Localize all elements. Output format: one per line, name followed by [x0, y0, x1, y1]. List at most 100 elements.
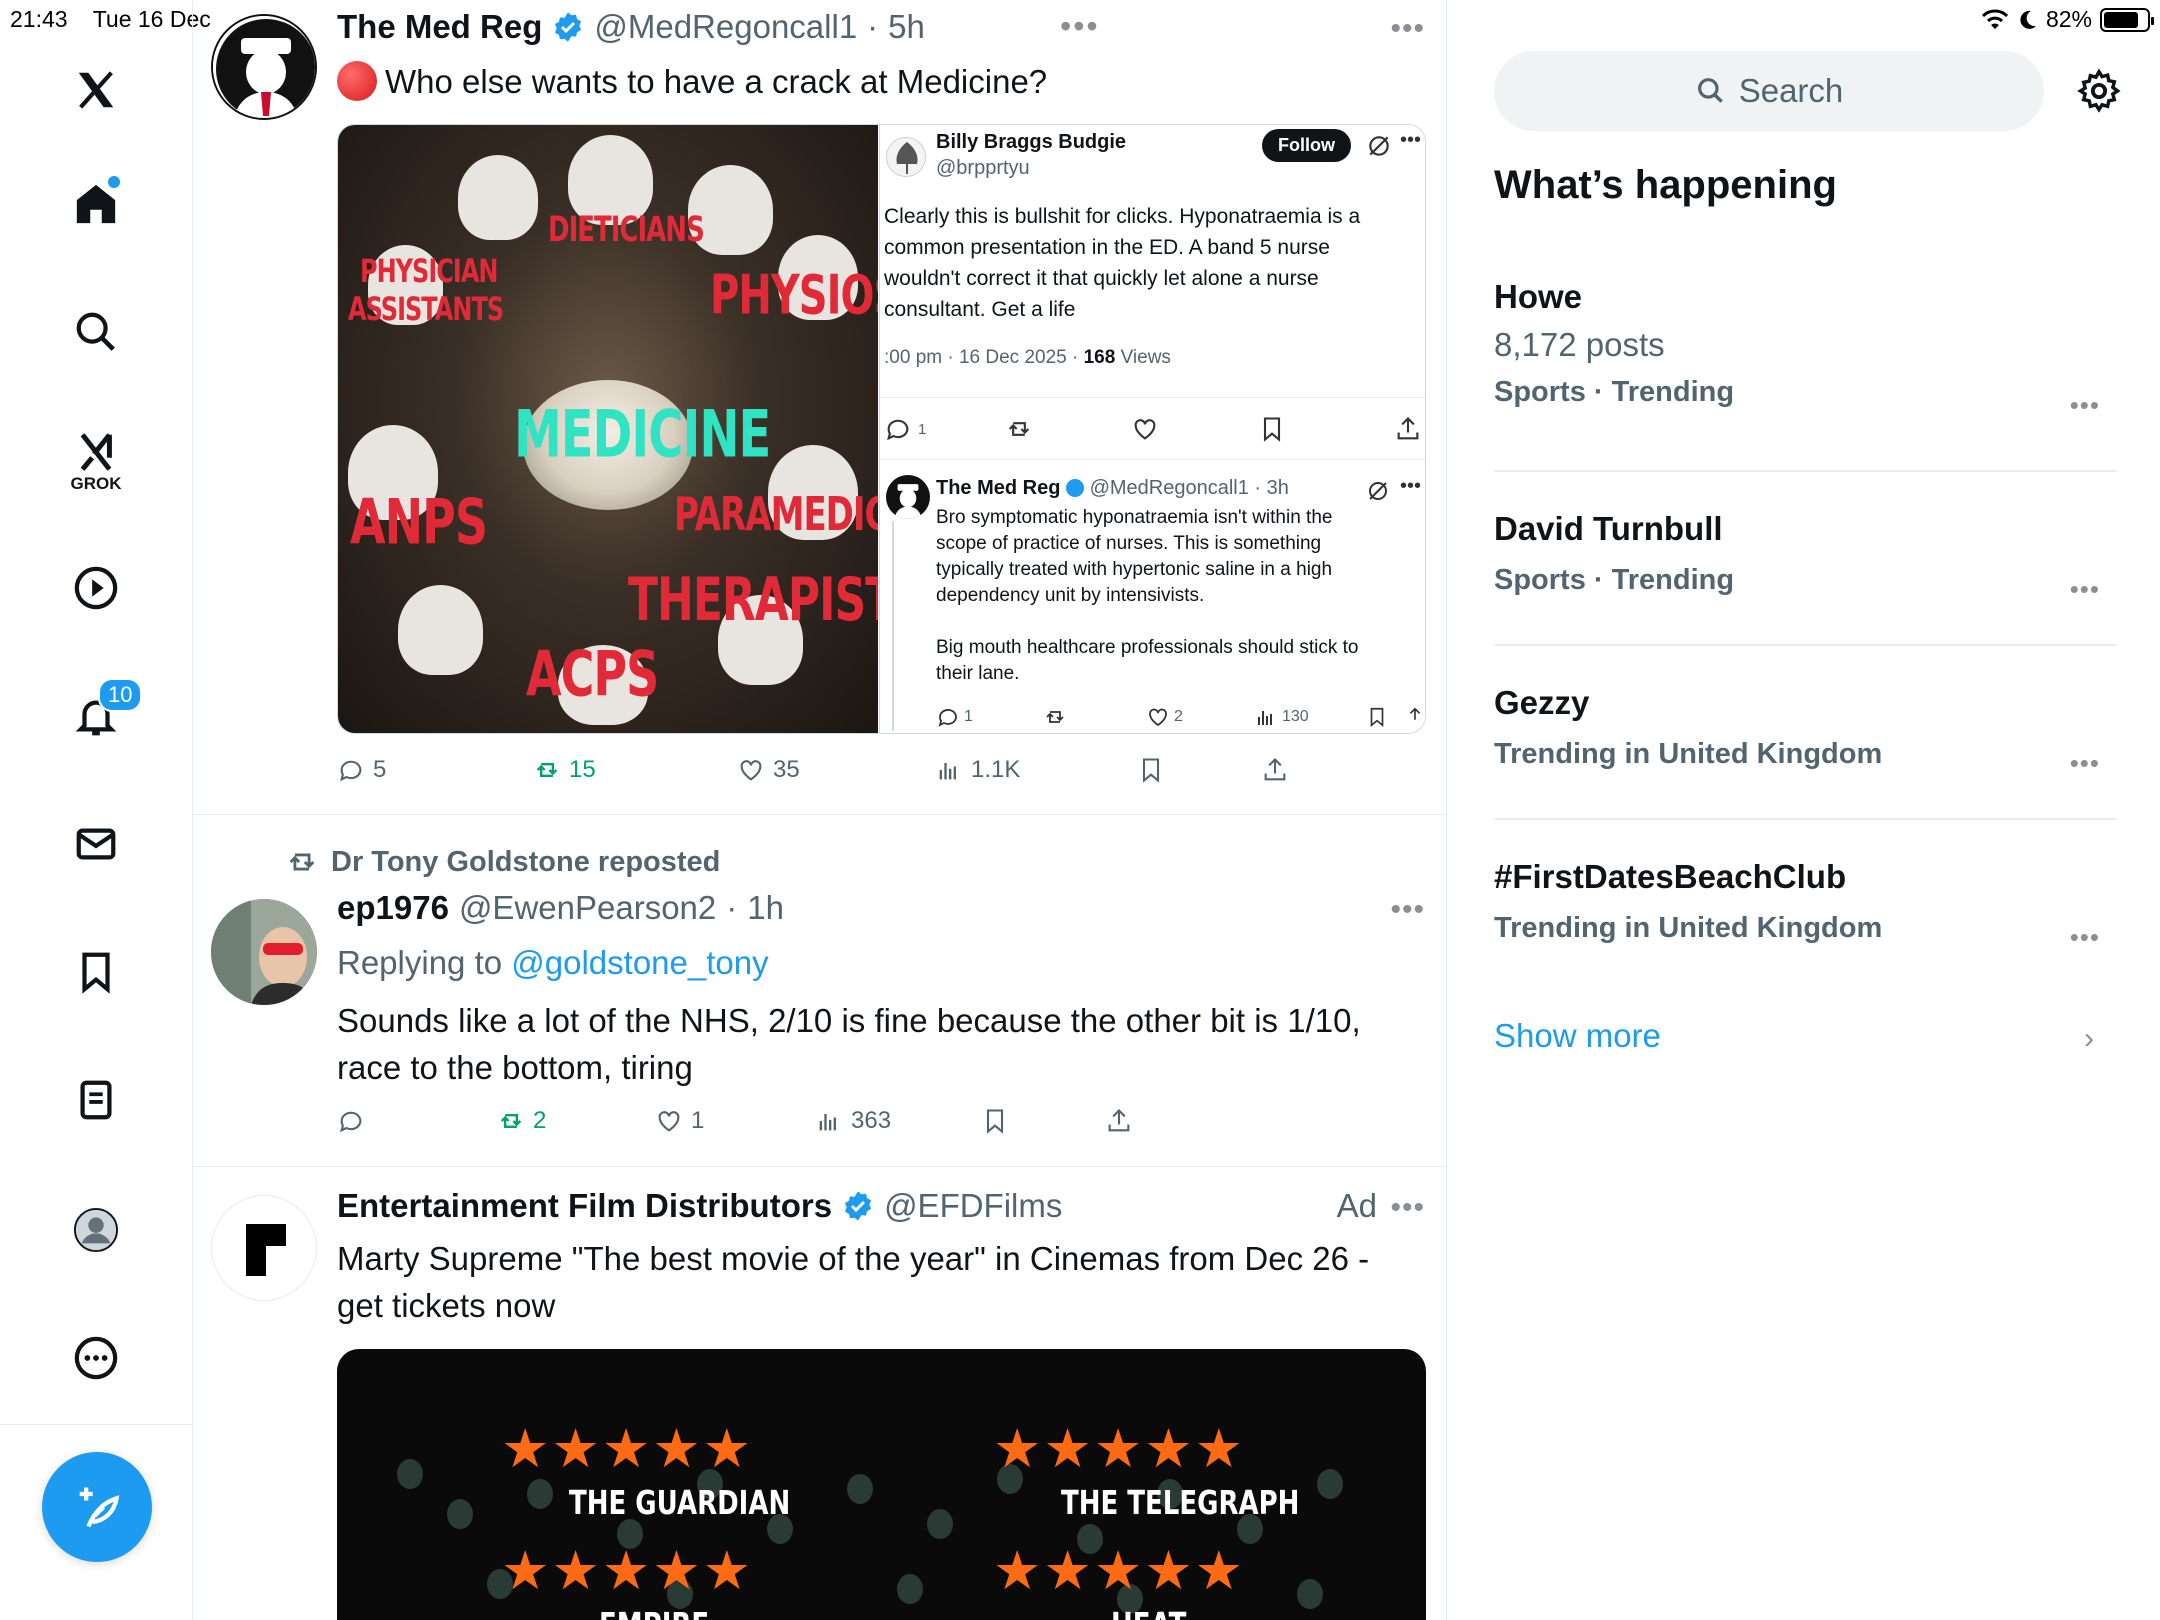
image-label-anps: ANPS [350, 485, 488, 559]
avatar[interactable] [211, 1195, 317, 1301]
more-options-icon[interactable] [60, 1322, 132, 1394]
author-handle[interactable]: @EwenPearson2 [459, 889, 716, 927]
bookmark-button[interactable] [1137, 756, 1165, 784]
screenshot-image[interactable]: Billy Braggs Budgie @brpprtyu Follow •••… [879, 125, 1425, 733]
author-handle[interactable]: @EFDFilms [884, 1187, 1062, 1225]
quoted-author-name: Billy Braggs Budgie [936, 131, 1127, 153]
views-button[interactable]: 1.1K [935, 756, 1020, 784]
avatar[interactable] [211, 899, 317, 1005]
more-options-icon[interactable]: ••• [1390, 1191, 1425, 1225]
quoted-original-text: Bro symptomatic hyponatraemia isn't with… [936, 505, 1425, 687]
post-time[interactable]: 5h [888, 8, 925, 46]
reposted-by-label: Dr Tony Goldstone reposted [331, 845, 721, 878]
media-attachment[interactable]: DIETICIANS PHYSICIAN ASSISTANTS PHYSIOS … [337, 124, 1426, 734]
like-button[interactable]: 1 [655, 1107, 704, 1135]
author-handle[interactable]: @MedRegoncall1 [594, 8, 857, 46]
trend-item[interactable]: Gezzy Trending in United Kingdom ••• [1494, 684, 2116, 778]
author-name[interactable]: Entertainment Film Distributors [337, 1187, 832, 1225]
repost-icon [500, 1114, 522, 1128]
bookmarks-icon[interactable] [60, 936, 132, 1008]
like-heart-icon: 2 [1146, 705, 1183, 729]
quoted-timestamp: :00 pm · 16 Dec 2025 · [884, 347, 1084, 368]
notifications-bell-icon[interactable]: 10 [60, 678, 143, 752]
repost-button[interactable]: 15 [533, 756, 596, 784]
author-name[interactable]: ep1976 [337, 889, 449, 927]
more-options-icon[interactable]: ••• [2070, 748, 2100, 779]
more-options-icon[interactable]: ••• [2070, 922, 2100, 953]
reply-icon [340, 760, 362, 782]
tweet-card[interactable]: The Med Reg @MedRegoncall1 · 5h ••• Who … [193, 0, 1446, 815]
views-button[interactable]: 363 [815, 1107, 891, 1135]
publication-label-empire: EMPIRE [599, 1607, 709, 1620]
bookmark-icon [1370, 707, 1384, 728]
tweet-action-bar: 2 1 363 [337, 1107, 1337, 1147]
tweet-header: The Med Reg @MedRegoncall1 · 5h [337, 8, 925, 46]
tweet-card-ad[interactable]: Entertainment Film Distributors @EFDFilm… [193, 1167, 1446, 1620]
red-circle-emoji-icon [337, 61, 377, 101]
whats-happening-title: What’s happening [1494, 163, 1837, 207]
post-time[interactable]: 1h [747, 889, 784, 927]
share-button[interactable] [1261, 756, 1289, 784]
views-chart-icon [819, 1114, 836, 1131]
trend-divider [1494, 818, 2116, 820]
reply-icon: 1 [936, 705, 973, 729]
grok-slash-icon [1369, 482, 1387, 500]
reply-count: 5 [373, 756, 387, 783]
reply-button[interactable] [337, 1107, 373, 1135]
avatar [886, 475, 930, 519]
more-options-icon[interactable]: ••• [2070, 574, 2100, 605]
more-options-icon[interactable]: ••• [1390, 12, 1425, 46]
chevron-right-icon[interactable]: › [2084, 1022, 2094, 1056]
grok-icon[interactable]: GROK [60, 424, 132, 496]
quoted-meta: :00 pm · 16 Dec 2025 · 168 Views [884, 347, 1171, 369]
quoted-original-handle: @MedRegoncall1 · 3h [1089, 477, 1289, 499]
rating-stars-telegraph: ★★★★★ [993, 1419, 1246, 1479]
share-button[interactable] [1105, 1107, 1133, 1135]
like-count: 35 [773, 756, 800, 783]
more-options-icon[interactable]: ••• [2070, 390, 2100, 421]
publication-label-heat: HEAT [1111, 1607, 1186, 1620]
like-heart-icon [1134, 419, 1156, 440]
explore-search-icon[interactable] [60, 296, 132, 368]
x-logo-icon[interactable] [60, 54, 132, 126]
grok-slash-icon [1369, 136, 1389, 156]
avatar[interactable] [211, 14, 317, 120]
profile-avatar-icon[interactable] [60, 1194, 132, 1266]
trend-divider [1494, 644, 2116, 646]
like-button[interactable]: 35 [737, 756, 800, 784]
compose-post-button[interactable] [42, 1452, 152, 1562]
replying-to-link[interactable]: @goldstone_tony [511, 944, 768, 981]
author-name[interactable]: The Med Reg [337, 8, 542, 46]
trend-item[interactable]: David Turnbull Sports · Trending ••• [1494, 510, 2116, 604]
search-input[interactable]: Search [1494, 51, 2044, 131]
repost-button[interactable]: 2 [497, 1107, 546, 1135]
trend-item[interactable]: #FirstDatesBeachClub Trending in United … [1494, 858, 2116, 952]
trend-name: Howe [1494, 278, 1583, 315]
quoted-line: dependency unit by intensivists. [936, 585, 1205, 606]
trend-name: Gezzy [1494, 684, 1590, 721]
timeline-feed: The Med Reg @MedRegoncall1 · 5h ••• Who … [193, 0, 1447, 1620]
home-unread-dot [108, 176, 120, 188]
image-label-assistants: ASSISTANTS [348, 290, 504, 328]
home-icon[interactable] [60, 168, 132, 240]
ad-image[interactable]: ★★★★★ THE GUARDIAN ★★★★★ THE TELEGRAPH ★… [337, 1349, 1426, 1620]
bookmark-button[interactable] [981, 1107, 1009, 1135]
verified-badge-icon [1066, 479, 1085, 497]
chefs-photo-image[interactable]: DIETICIANS PHYSICIAN ASSISTANTS PHYSIOS … [338, 125, 878, 733]
bookmark-icon [1263, 417, 1281, 442]
quoted-line: Big mouth healthcare professionals shoul… [936, 637, 1359, 658]
tweet-card[interactable]: Dr Tony Goldstone reposted ep1976 @EwenP… [193, 815, 1446, 1167]
more-options-icon[interactable]: ••• [1390, 893, 1425, 927]
more-options-icon: ••• [1400, 475, 1422, 497]
trend-item[interactable]: Howe 8,172 posts Sports · Trending ••• [1494, 278, 2116, 420]
video-play-icon[interactable] [60, 552, 132, 624]
reply-button[interactable]: 5 [337, 756, 386, 784]
repost-context[interactable]: Dr Tony Goldstone reposted [285, 845, 720, 879]
reply-icon: 1 [884, 415, 926, 443]
messages-envelope-icon[interactable] [60, 808, 132, 880]
reply-icon [340, 1111, 362, 1133]
settings-gear-icon[interactable] [2076, 68, 2122, 114]
tweet-header: ep1976 @EwenPearson2 · 1h [337, 889, 784, 927]
lists-icon[interactable] [60, 1064, 132, 1136]
show-more-link[interactable]: Show more [1494, 1017, 1661, 1055]
